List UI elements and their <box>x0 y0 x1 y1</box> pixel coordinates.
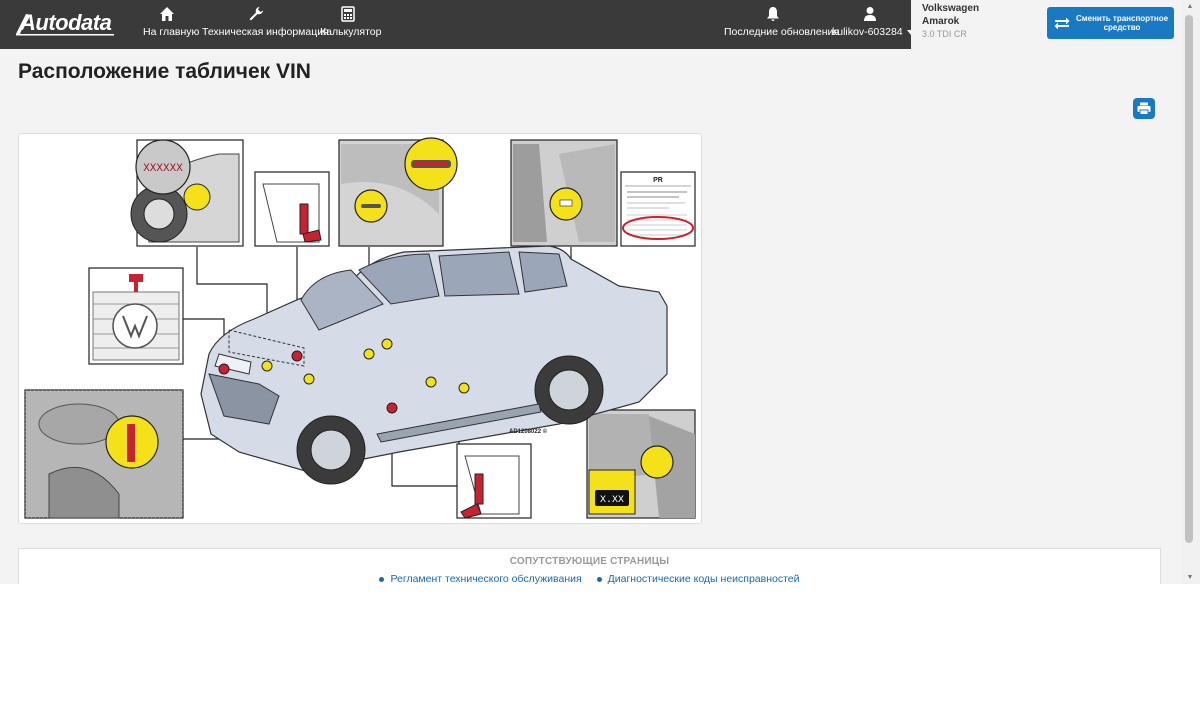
vin-diagram-card: XXXXXX PR X.XX AD1208022 © <box>18 133 702 524</box>
related-link-label: Диагностические коды неисправностей <box>607 573 800 584</box>
nav-user-menu[interactable]: kulikov-603284 <box>832 6 915 38</box>
related-links: Регламент технического обслуживания Диаг… <box>19 573 1160 584</box>
swap-arrows-icon <box>1054 17 1070 30</box>
print-icon <box>1137 102 1151 115</box>
vin-location-diagram: XXXXXX PR X.XX AD1208022 © <box>24 137 696 519</box>
scroll-down-icon[interactable]: ▼ <box>1185 574 1195 582</box>
nav-calculator[interactable]: Калькулятор <box>320 6 381 38</box>
vin-mask-label: XXXXXX <box>143 163 183 175</box>
app-viewport: Autodata На главную Техническая информац… <box>0 0 1200 584</box>
related-link-fault-codes[interactable]: Диагностические коды неисправностей <box>596 573 800 584</box>
user-icon <box>864 7 876 21</box>
inset-seat-bracket <box>254 171 330 247</box>
scroll-up-icon[interactable]: ▲ <box>1185 3 1195 11</box>
bell-icon <box>767 7 779 21</box>
nav-tech-info[interactable]: Техническая информация <box>202 6 329 38</box>
bullet-icon <box>379 576 385 582</box>
change-vehicle-button[interactable]: Сменить транспортное средство <box>1047 7 1174 39</box>
nav-home[interactable]: На главную <box>143 6 199 38</box>
inset-grille <box>88 267 184 365</box>
pr-label-text: PR <box>653 177 663 184</box>
vin-short-label: X.XX <box>600 495 624 506</box>
related-pages: СОПУТСТВУЮЩИЕ СТРАНИЦЫ Регламент техниче… <box>18 548 1161 584</box>
print-button[interactable] <box>1133 98 1155 119</box>
inset-wheel-arch: XXXXXX <box>130 139 244 247</box>
calculator-icon <box>341 6 355 22</box>
inset-door-pillar <box>510 139 618 247</box>
logo-text[interactable]: Autodata <box>20 10 112 36</box>
inset-b-pillar: X.XX <box>586 409 696 519</box>
top-navbar: Autodata На главную Техническая информац… <box>0 0 915 49</box>
inset-seat-base <box>456 443 532 519</box>
inset-engine <box>24 389 184 519</box>
nav-latest-updates[interactable]: Последние обновления <box>724 6 839 38</box>
wrench-icon <box>249 7 263 21</box>
change-vehicle-label: Сменить транспортное средство <box>1075 14 1169 32</box>
nav-home-label: На главную <box>143 26 200 38</box>
nav-user-label: kulikov-603284 <box>832 26 903 38</box>
vehicle-engine: 3.0 TDI CR <box>922 29 967 39</box>
vehicle-make: Volkswagen <box>922 3 980 14</box>
current-vehicle: Volkswagen Amarok 3.0 TDI CR <box>922 2 979 41</box>
home-icon <box>160 7 174 21</box>
inset-windscreen <box>338 137 458 247</box>
nav-calc-label: Калькулятор <box>320 26 382 38</box>
scrollbar-thumb[interactable] <box>1185 15 1193 543</box>
diagram-reference: AD1208022 © <box>509 428 548 435</box>
related-link-label: Регламент технического обслуживания <box>390 573 582 584</box>
nav-tech-label: Техническая информация <box>202 26 329 38</box>
related-link-maintenance[interactable]: Регламент технического обслуживания <box>379 573 582 584</box>
nav-updates-label: Последние обновления <box>724 26 840 38</box>
page-title: Расположение табличек VIN <box>18 60 311 83</box>
bullet-icon <box>596 576 602 582</box>
vehicle-model: Amarok <box>922 16 960 27</box>
inset-pr-label: PR <box>620 171 696 247</box>
related-pages-title: СОПУТСТВУЮЩИЕ СТРАНИЦЫ <box>509 556 670 567</box>
